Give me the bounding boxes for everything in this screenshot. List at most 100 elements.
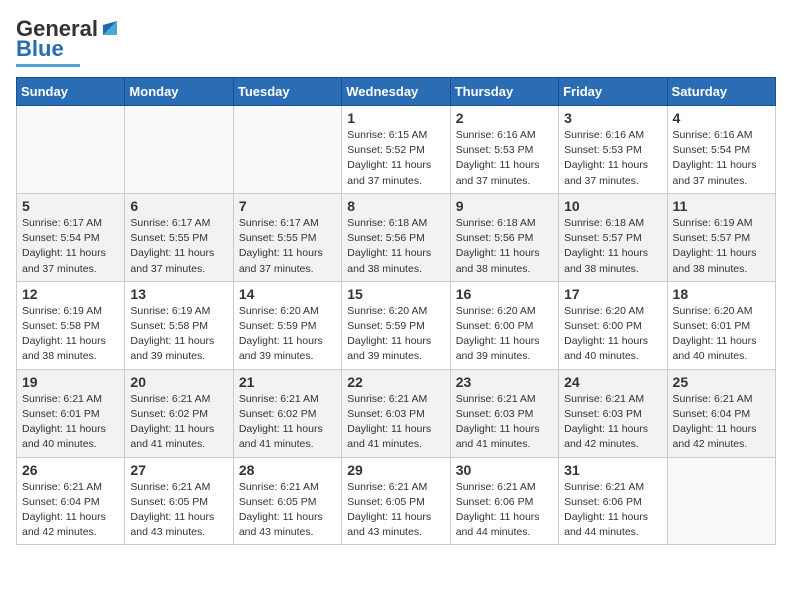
day-info: Sunrise: 6:21 AM Sunset: 6:01 PM Dayligh… xyxy=(22,392,119,453)
logo-arrow-icon xyxy=(99,17,121,39)
day-info: Sunrise: 6:21 AM Sunset: 6:02 PM Dayligh… xyxy=(239,392,336,453)
day-number: 19 xyxy=(22,374,119,390)
logo: General Blue xyxy=(16,16,121,67)
calendar-cell: 11 Sunrise: 6:19 AM Sunset: 5:57 PM Dayli… xyxy=(667,193,775,281)
calendar-cell: 19 Sunrise: 6:21 AM Sunset: 6:01 PM Dayli… xyxy=(17,369,125,457)
calendar-cell: 17 Sunrise: 6:20 AM Sunset: 6:00 PM Dayli… xyxy=(559,281,667,369)
day-number: 10 xyxy=(564,198,661,214)
day-info: Sunrise: 6:19 AM Sunset: 5:57 PM Dayligh… xyxy=(673,216,770,277)
day-number: 14 xyxy=(239,286,336,302)
day-number: 1 xyxy=(347,110,444,126)
day-info: Sunrise: 6:20 AM Sunset: 6:01 PM Dayligh… xyxy=(673,304,770,365)
day-info: Sunrise: 6:19 AM Sunset: 5:58 PM Dayligh… xyxy=(130,304,227,365)
day-number: 11 xyxy=(673,198,770,214)
day-info: Sunrise: 6:18 AM Sunset: 5:57 PM Dayligh… xyxy=(564,216,661,277)
day-number: 28 xyxy=(239,462,336,478)
calendar-cell: 27 Sunrise: 6:21 AM Sunset: 6:05 PM Dayli… xyxy=(125,457,233,545)
day-info: Sunrise: 6:17 AM Sunset: 5:55 PM Dayligh… xyxy=(130,216,227,277)
day-info: Sunrise: 6:21 AM Sunset: 6:04 PM Dayligh… xyxy=(22,480,119,541)
day-info: Sunrise: 6:18 AM Sunset: 5:56 PM Dayligh… xyxy=(347,216,444,277)
calendar-cell xyxy=(667,457,775,545)
calendar-cell: 9Sunrise: 6:18 AM Sunset: 5:56 PM Daylig… xyxy=(450,193,558,281)
day-number: 6 xyxy=(130,198,227,214)
day-info: Sunrise: 6:21 AM Sunset: 6:06 PM Dayligh… xyxy=(564,480,661,541)
day-number: 30 xyxy=(456,462,553,478)
day-info: Sunrise: 6:21 AM Sunset: 6:03 PM Dayligh… xyxy=(564,392,661,453)
day-info: Sunrise: 6:16 AM Sunset: 5:53 PM Dayligh… xyxy=(564,128,661,189)
day-number: 2 xyxy=(456,110,553,126)
calendar-cell: 6 Sunrise: 6:17 AM Sunset: 5:55 PM Daylig… xyxy=(125,193,233,281)
calendar-cell: 10 Sunrise: 6:18 AM Sunset: 5:57 PM Dayli… xyxy=(559,193,667,281)
calendar-week-row: 26 Sunrise: 6:21 AM Sunset: 6:04 PM Dayli… xyxy=(17,457,776,545)
day-info: Sunrise: 6:21 AM Sunset: 6:03 PM Dayligh… xyxy=(347,392,444,453)
calendar-cell: 26 Sunrise: 6:21 AM Sunset: 6:04 PM Dayli… xyxy=(17,457,125,545)
day-info: Sunrise: 6:21 AM Sunset: 6:05 PM Dayligh… xyxy=(130,480,227,541)
calendar-cell xyxy=(233,106,341,194)
day-number: 27 xyxy=(130,462,227,478)
weekday-header-tuesday: Tuesday xyxy=(233,78,341,106)
day-number: 31 xyxy=(564,462,661,478)
day-info: Sunrise: 6:17 AM Sunset: 5:55 PM Dayligh… xyxy=(239,216,336,277)
calendar-cell: 31 Sunrise: 6:21 AM Sunset: 6:06 PM Dayli… xyxy=(559,457,667,545)
day-number: 22 xyxy=(347,374,444,390)
calendar-cell: 8 Sunrise: 6:18 AM Sunset: 5:56 PM Daylig… xyxy=(342,193,450,281)
day-info: Sunrise: 6:19 AM Sunset: 5:58 PM Dayligh… xyxy=(22,304,119,365)
day-number: 13 xyxy=(130,286,227,302)
day-number: 18 xyxy=(673,286,770,302)
calendar-cell: 14 Sunrise: 6:20 AM Sunset: 5:59 PM Dayli… xyxy=(233,281,341,369)
day-info: Sunrise: 6:20 AM Sunset: 6:00 PM Dayligh… xyxy=(456,304,553,365)
calendar-cell: 22 Sunrise: 6:21 AM Sunset: 6:03 PM Dayli… xyxy=(342,369,450,457)
day-info: Sunrise: 6:20 AM Sunset: 5:59 PM Dayligh… xyxy=(239,304,336,365)
day-info: Sunrise: 6:20 AM Sunset: 5:59 PM Dayligh… xyxy=(347,304,444,365)
calendar-table: SundayMondayTuesdayWednesdayThursdayFrid… xyxy=(16,77,776,545)
day-info: Sunrise: 6:21 AM Sunset: 6:03 PM Dayligh… xyxy=(456,392,553,453)
day-number: 24 xyxy=(564,374,661,390)
day-number: 25 xyxy=(673,374,770,390)
day-info: Sunrise: 6:17 AM Sunset: 5:54 PM Dayligh… xyxy=(22,216,119,277)
calendar-cell: 2 Sunrise: 6:16 AM Sunset: 5:53 PM Daylig… xyxy=(450,106,558,194)
calendar-cell: 23 Sunrise: 6:21 AM Sunset: 6:03 PM Dayli… xyxy=(450,369,558,457)
day-number: 20 xyxy=(130,374,227,390)
day-info: Sunrise: 6:21 AM Sunset: 6:05 PM Dayligh… xyxy=(239,480,336,541)
logo-blue: Blue xyxy=(16,36,64,62)
weekday-header-sunday: Sunday xyxy=(17,78,125,106)
day-number: 8 xyxy=(347,198,444,214)
day-info: Sunrise: 6:16 AM Sunset: 5:53 PM Dayligh… xyxy=(456,128,553,189)
weekday-header-thursday: Thursday xyxy=(450,78,558,106)
calendar-cell: 5Sunrise: 6:17 AM Sunset: 5:54 PM Daylig… xyxy=(17,193,125,281)
day-info: Sunrise: 6:21 AM Sunset: 6:04 PM Dayligh… xyxy=(673,392,770,453)
calendar-cell: 21Sunrise: 6:21 AM Sunset: 6:02 PM Dayli… xyxy=(233,369,341,457)
day-number: 3 xyxy=(564,110,661,126)
calendar-cell: 4Sunrise: 6:16 AM Sunset: 5:54 PM Daylig… xyxy=(667,106,775,194)
calendar-cell: 16 Sunrise: 6:20 AM Sunset: 6:00 PM Dayli… xyxy=(450,281,558,369)
calendar-cell xyxy=(125,106,233,194)
weekday-header-wednesday: Wednesday xyxy=(342,78,450,106)
calendar-cell: 13 Sunrise: 6:19 AM Sunset: 5:58 PM Dayli… xyxy=(125,281,233,369)
day-number: 16 xyxy=(456,286,553,302)
day-number: 7 xyxy=(239,198,336,214)
calendar-cell: 24 Sunrise: 6:21 AM Sunset: 6:03 PM Dayli… xyxy=(559,369,667,457)
day-number: 23 xyxy=(456,374,553,390)
weekday-header-friday: Friday xyxy=(559,78,667,106)
day-info: Sunrise: 6:15 AM Sunset: 5:52 PM Dayligh… xyxy=(347,128,444,189)
calendar-cell: 30Sunrise: 6:21 AM Sunset: 6:06 PM Dayli… xyxy=(450,457,558,545)
calendar-cell: 25 Sunrise: 6:21 AM Sunset: 6:04 PM Dayli… xyxy=(667,369,775,457)
page-header: General Blue xyxy=(16,16,776,67)
day-info: Sunrise: 6:16 AM Sunset: 5:54 PM Dayligh… xyxy=(673,128,770,189)
calendar-cell: 28 Sunrise: 6:21 AM Sunset: 6:05 PM Dayli… xyxy=(233,457,341,545)
day-number: 17 xyxy=(564,286,661,302)
day-info: Sunrise: 6:21 AM Sunset: 6:05 PM Dayligh… xyxy=(347,480,444,541)
calendar-cell xyxy=(17,106,125,194)
calendar-week-row: 5Sunrise: 6:17 AM Sunset: 5:54 PM Daylig… xyxy=(17,193,776,281)
day-info: Sunrise: 6:20 AM Sunset: 6:00 PM Dayligh… xyxy=(564,304,661,365)
calendar-cell: 29 Sunrise: 6:21 AM Sunset: 6:05 PM Dayli… xyxy=(342,457,450,545)
calendar-cell: 1 Sunrise: 6:15 AM Sunset: 5:52 PM Daylig… xyxy=(342,106,450,194)
day-info: Sunrise: 6:21 AM Sunset: 6:02 PM Dayligh… xyxy=(130,392,227,453)
calendar-cell: 3 Sunrise: 6:16 AM Sunset: 5:53 PM Daylig… xyxy=(559,106,667,194)
day-number: 15 xyxy=(347,286,444,302)
day-info: Sunrise: 6:18 AM Sunset: 5:56 PM Dayligh… xyxy=(456,216,553,277)
day-number: 12 xyxy=(22,286,119,302)
day-number: 29 xyxy=(347,462,444,478)
calendar-week-row: 12 Sunrise: 6:19 AM Sunset: 5:58 PM Dayli… xyxy=(17,281,776,369)
day-number: 26 xyxy=(22,462,119,478)
